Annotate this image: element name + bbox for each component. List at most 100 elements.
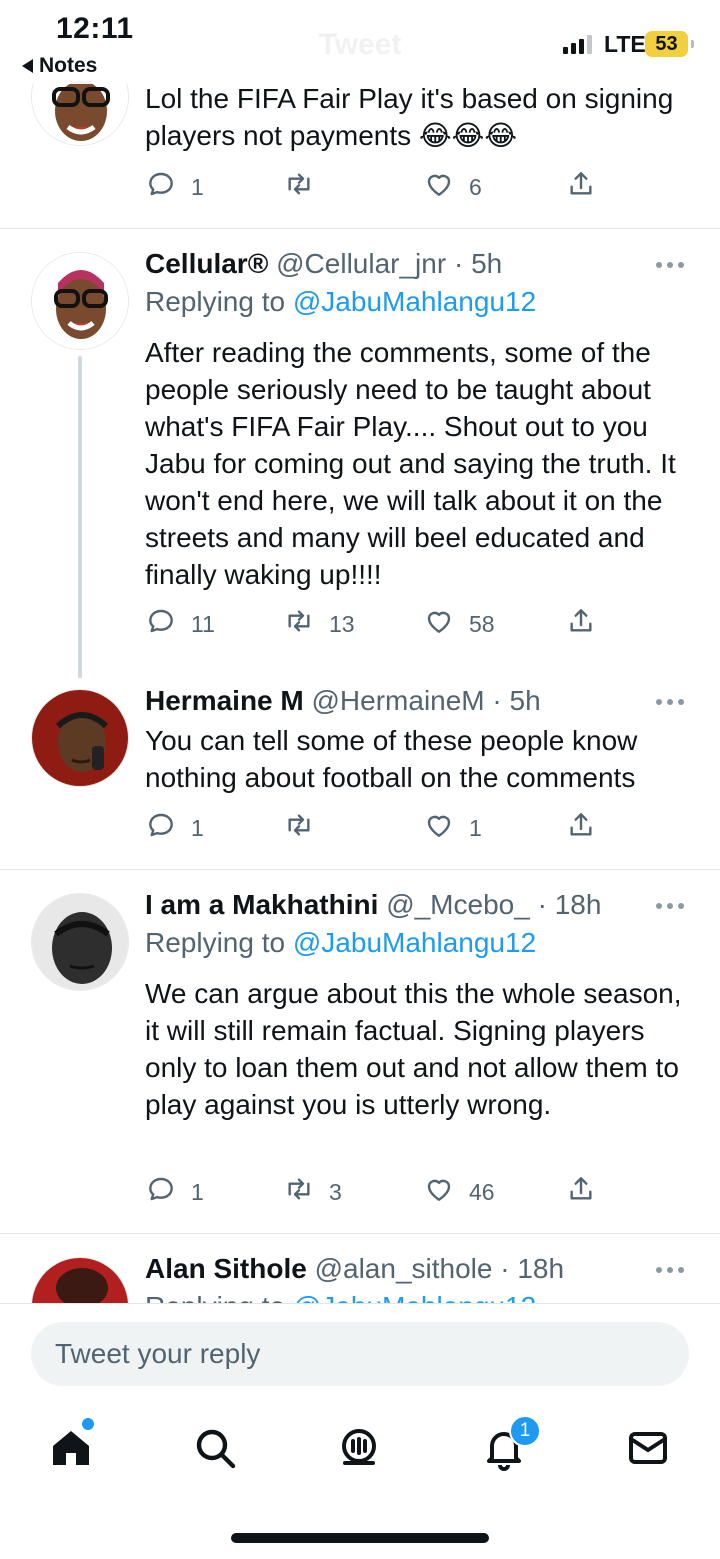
avatar-alan[interactable] xyxy=(31,1257,129,1303)
heart-icon xyxy=(423,1173,455,1211)
tweet-feed[interactable]: Lol the FIFA Fair Play it's based on sig… xyxy=(0,0,720,1303)
retweet-count: 3 xyxy=(329,1178,342,1205)
tab-spaces[interactable] xyxy=(335,1424,383,1472)
share-button[interactable] xyxy=(565,605,597,643)
tweet-actions: 1 1 xyxy=(145,809,605,843)
spaces-icon xyxy=(335,1429,383,1476)
reply-button[interactable]: 11 xyxy=(145,605,215,643)
tab-messages[interactable] xyxy=(624,1424,672,1472)
replying-to: Replying to @JabuMahlangu12 xyxy=(145,286,537,317)
timestamp: 18h xyxy=(554,889,602,920)
share-icon xyxy=(565,809,597,847)
home-indicator xyxy=(231,1533,489,1543)
divider xyxy=(0,1233,720,1234)
replying-to: Replying to @JabuMahlangu12 xyxy=(145,1291,536,1303)
tweet-actions: 1 6 xyxy=(145,168,605,202)
reply-button[interactable]: 1 xyxy=(145,168,204,206)
tab-home[interactable] xyxy=(47,1424,95,1472)
timestamp: 5h xyxy=(471,248,503,279)
reply-button[interactable]: 1 xyxy=(145,809,204,847)
network-label: LTE xyxy=(604,31,646,57)
share-icon xyxy=(565,168,597,206)
more-options-icon[interactable] xyxy=(656,903,684,909)
notifications-badge: 1 xyxy=(509,1415,541,1447)
like-count: 46 xyxy=(469,1178,495,1205)
like-button[interactable]: 58 xyxy=(423,605,495,643)
avatar-makhathini[interactable] xyxy=(31,893,129,991)
reply-input[interactable]: Tweet your reply xyxy=(31,1322,689,1386)
bottom-bar: Tweet your reply 1 xyxy=(0,1303,720,1559)
back-label: Notes xyxy=(39,54,98,77)
retweet-button[interactable]: 3 xyxy=(283,1173,342,1211)
like-count: 58 xyxy=(469,610,495,637)
reply-count: 11 xyxy=(191,610,215,637)
tweet-text: You can tell some of these people know n… xyxy=(145,725,638,793)
like-button[interactable]: 1 xyxy=(423,809,482,847)
retweet-count: 13 xyxy=(329,610,355,637)
handle[interactable]: @HermaineM xyxy=(312,685,485,716)
comment-icon xyxy=(145,168,177,206)
retweet-icon xyxy=(283,605,315,643)
avatar-cellular[interactable] xyxy=(31,252,129,350)
tweet-header: Hermaine M @HermaineM · 5h xyxy=(145,685,541,716)
clock: 12:11 xyxy=(56,12,134,45)
divider xyxy=(0,869,720,870)
back-arrow-icon xyxy=(22,59,33,73)
tab-search[interactable] xyxy=(191,1424,239,1472)
share-icon xyxy=(565,605,597,643)
timestamp: 5h xyxy=(509,685,541,716)
retweet-button[interactable]: 13 xyxy=(283,605,355,643)
tweet-text: We can argue about this the whole season… xyxy=(145,978,682,1120)
like-count: 6 xyxy=(469,173,482,200)
tweet-actions: 11 13 58 xyxy=(145,605,605,639)
home-icon xyxy=(47,1431,95,1476)
mention-link[interactable]: @JabuMahlangu12 xyxy=(293,927,536,958)
battery-icon: 53 xyxy=(645,31,694,57)
display-name[interactable]: Alan Sithole xyxy=(145,1253,307,1284)
heart-icon xyxy=(423,809,455,847)
mention-link[interactable]: @JabuMahlangu12 xyxy=(293,286,536,317)
retweet-icon xyxy=(283,1173,315,1211)
search-icon xyxy=(191,1429,239,1476)
more-options-icon[interactable] xyxy=(656,262,684,268)
handle[interactable]: @_Mcebo_ xyxy=(386,889,530,920)
more-options-icon[interactable] xyxy=(656,1267,684,1273)
heart-icon xyxy=(423,605,455,643)
replying-to: Replying to @JabuMahlangu12 xyxy=(145,927,537,958)
tweet-text: After reading the comments, some of the … xyxy=(145,337,676,590)
display-name[interactable]: I am a Makhathini xyxy=(145,889,378,920)
reply-count: 1 xyxy=(191,1178,204,1205)
like-count: 1 xyxy=(469,814,482,841)
retweet-button[interactable] xyxy=(283,168,329,206)
comment-icon xyxy=(145,1173,177,1211)
mail-icon xyxy=(624,1432,672,1476)
back-to-notes-button[interactable]: Notes xyxy=(22,54,97,78)
heart-icon xyxy=(423,168,455,206)
tweet-header: I am a Makhathini @_Mcebo_ · 18h xyxy=(145,889,602,920)
mention-link[interactable]: @JabuMahlangu12 xyxy=(293,1291,536,1303)
share-button[interactable] xyxy=(565,168,597,206)
divider xyxy=(0,228,720,229)
home-new-dot xyxy=(82,1418,94,1430)
display-name[interactable]: Cellular® xyxy=(145,248,268,279)
handle[interactable]: @alan_sithole xyxy=(315,1253,493,1284)
like-button[interactable]: 46 xyxy=(423,1173,495,1211)
reply-button[interactable]: 1 xyxy=(145,1173,204,1211)
display-name[interactable]: Hermaine M xyxy=(145,685,304,716)
share-button[interactable] xyxy=(565,1173,597,1211)
retweet-button[interactable] xyxy=(283,809,329,847)
retweet-icon xyxy=(283,168,315,206)
share-button[interactable] xyxy=(565,809,597,847)
retweet-icon xyxy=(283,809,315,847)
signal-icon xyxy=(563,34,592,54)
like-button[interactable]: 6 xyxy=(423,168,482,206)
bell-icon xyxy=(480,1432,528,1476)
handle[interactable]: @Cellular_jnr xyxy=(276,248,446,279)
comment-icon xyxy=(145,605,177,643)
more-options-icon[interactable] xyxy=(656,699,684,705)
status-bar: Tweet 12:11 Notes LTE 53 xyxy=(0,0,720,84)
avatar-hermaine[interactable] xyxy=(31,689,129,787)
timestamp: 18h xyxy=(517,1253,565,1284)
tweet-header: Cellular® @Cellular_jnr · 5h xyxy=(145,248,503,279)
comment-icon xyxy=(145,809,177,847)
